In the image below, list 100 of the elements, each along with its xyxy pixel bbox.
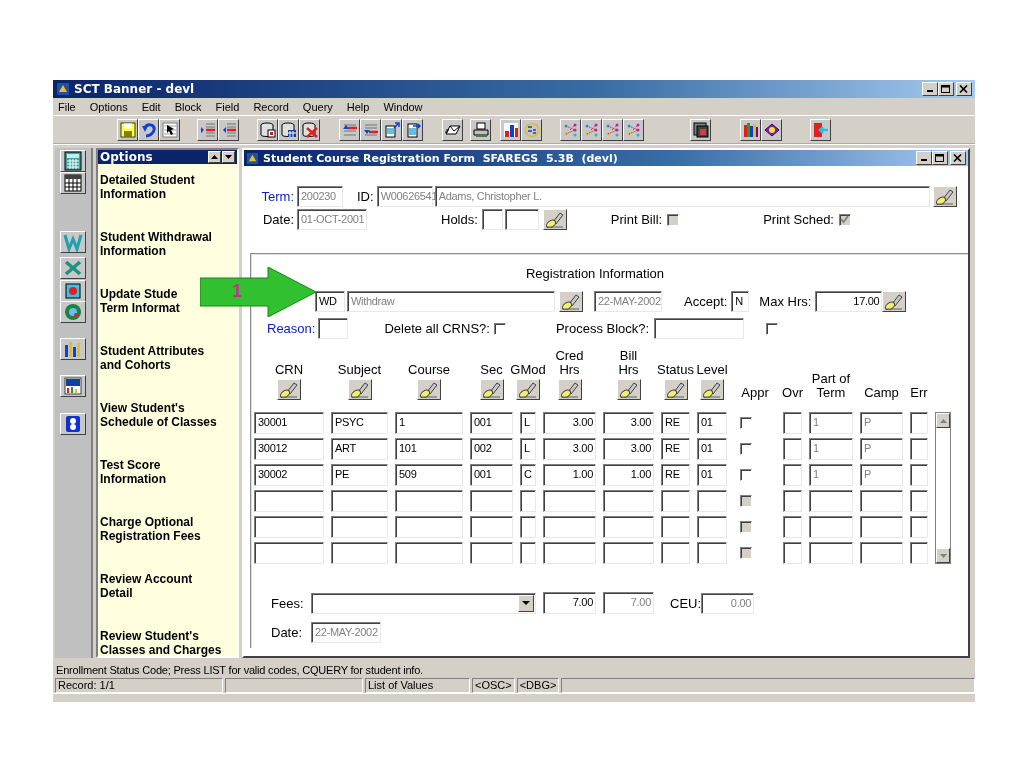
table-cell-field[interactable]: L bbox=[520, 438, 536, 460]
table-cell-field[interactable] bbox=[697, 490, 727, 512]
menu-item[interactable]: File bbox=[57, 100, 77, 113]
toolbar-button[interactable] bbox=[60, 375, 86, 397]
scrollbar[interactable] bbox=[935, 412, 951, 564]
table-cell-field[interactable] bbox=[783, 438, 802, 460]
max-hours-field[interactable]: 17.00 bbox=[815, 291, 883, 312]
option-link[interactable]: View Student's Schedule of Classes bbox=[100, 401, 217, 429]
scroll-down-button[interactable] bbox=[936, 548, 950, 563]
table-cell-field[interactable] bbox=[783, 464, 802, 486]
status-description-field[interactable]: Withdraw bbox=[347, 291, 555, 312]
lookup-button[interactable] bbox=[417, 379, 441, 400]
table-cell-field[interactable] bbox=[254, 542, 324, 564]
table-cell-field[interactable] bbox=[697, 516, 727, 538]
option-link[interactable]: Detailed Student Information bbox=[100, 173, 195, 201]
bill-total-field[interactable]: 7.00 bbox=[603, 592, 654, 614]
table-cell-field[interactable]: 001 bbox=[470, 464, 513, 486]
table-cell-field[interactable] bbox=[603, 516, 654, 538]
table-cell-field[interactable]: 001 bbox=[470, 412, 513, 434]
toolbar-button[interactable] bbox=[740, 118, 761, 141]
table-cell-field[interactable] bbox=[520, 516, 536, 538]
table-cell-field[interactable]: 1.00 bbox=[543, 464, 596, 486]
table-cell-field[interactable] bbox=[910, 412, 928, 434]
table-cell-field[interactable] bbox=[697, 542, 727, 564]
date-field[interactable]: 22-MAY-2002 bbox=[311, 622, 381, 643]
table-cell-field[interactable] bbox=[254, 516, 324, 538]
table-cell-field[interactable] bbox=[910, 542, 928, 564]
date-field[interactable]: 01-OCT-2001 bbox=[297, 209, 367, 230]
table-cell-field[interactable]: 30002 bbox=[254, 464, 324, 486]
lookup-button[interactable] bbox=[663, 379, 688, 400]
table-cell-field[interactable] bbox=[543, 490, 596, 512]
id-field[interactable]: W00626541 bbox=[376, 186, 433, 207]
dropdown-button[interactable] bbox=[518, 594, 534, 612]
table-cell-field[interactable] bbox=[543, 516, 596, 538]
option-link[interactable]: Review Student's Classes and Charges bbox=[100, 629, 222, 657]
table-cell-field[interactable]: 1.00 bbox=[603, 464, 654, 486]
process-block-field[interactable] bbox=[654, 318, 745, 339]
toolbar-button[interactable] bbox=[197, 118, 218, 141]
close-button[interactable] bbox=[956, 82, 972, 96]
minimize-button[interactable] bbox=[916, 151, 932, 165]
minimize-button[interactable] bbox=[922, 82, 938, 96]
toolbar-button[interactable] bbox=[500, 118, 521, 141]
lookup-button[interactable] bbox=[700, 379, 724, 400]
table-cell-field[interactable]: 30012 bbox=[254, 438, 324, 460]
lookup-button[interactable] bbox=[277, 379, 301, 400]
toolbar-button[interactable] bbox=[117, 118, 138, 141]
table-cell-field[interactable]: P bbox=[860, 412, 903, 434]
table-cell-field[interactable] bbox=[331, 516, 388, 538]
close-button[interactable] bbox=[950, 151, 966, 165]
table-cell-field[interactable] bbox=[661, 490, 690, 512]
table-cell-field[interactable] bbox=[809, 542, 853, 564]
table-cell-field[interactable] bbox=[470, 490, 513, 512]
toolbar-button[interactable] bbox=[470, 118, 491, 141]
option-link[interactable]: Student Attributes and Cohorts bbox=[100, 344, 205, 372]
toolbar-button[interactable] bbox=[60, 413, 86, 435]
lookup-button[interactable] bbox=[479, 379, 504, 400]
table-cell-field[interactable]: PE bbox=[331, 464, 388, 486]
menu-item[interactable]: Block bbox=[173, 100, 203, 113]
lookup-button[interactable] bbox=[516, 379, 540, 400]
lookup-button[interactable] bbox=[559, 291, 583, 312]
scroll-up-button[interactable] bbox=[208, 151, 221, 163]
table-cell-field[interactable]: 002 bbox=[470, 438, 513, 460]
table-cell-field[interactable] bbox=[395, 490, 463, 512]
option-link[interactable]: Review Account Detail bbox=[100, 572, 193, 600]
toolbar-button[interactable] bbox=[60, 301, 86, 323]
table-cell-field[interactable]: 3.00 bbox=[603, 438, 654, 460]
toolbar-button[interactable] bbox=[278, 118, 299, 141]
name-field[interactable]: Adams, Christopher L. bbox=[434, 186, 930, 207]
toolbar-button[interactable] bbox=[602, 118, 623, 141]
table-cell-field[interactable]: ART bbox=[331, 438, 388, 460]
table-cell-field[interactable]: 101 bbox=[395, 438, 463, 460]
table-cell-field[interactable] bbox=[520, 542, 536, 564]
table-cell-field[interactable] bbox=[470, 542, 513, 564]
reason-field[interactable] bbox=[318, 318, 349, 339]
ceu-field[interactable]: 0.00 bbox=[701, 592, 755, 614]
table-cell-field[interactable]: 1 bbox=[809, 438, 853, 460]
toolbar-button[interactable] bbox=[581, 118, 602, 141]
toolbar-button[interactable] bbox=[442, 118, 463, 141]
table-cell-field[interactable]: 01 bbox=[697, 412, 727, 434]
table-cell-field[interactable] bbox=[603, 490, 654, 512]
table-cell-field[interactable] bbox=[783, 542, 802, 564]
toolbar-button[interactable] bbox=[138, 118, 159, 141]
toolbar-button[interactable] bbox=[60, 172, 86, 194]
toolbar-button[interactable] bbox=[761, 118, 782, 141]
toolbar-button[interactable] bbox=[360, 118, 381, 141]
table-cell-field[interactable]: 1 bbox=[395, 412, 463, 434]
lookup-button[interactable] bbox=[932, 186, 957, 207]
table-cell-field[interactable]: 509 bbox=[395, 464, 463, 486]
option-link[interactable]: Student Withdrawal Information bbox=[100, 230, 212, 258]
toolbar-button[interactable] bbox=[623, 118, 644, 141]
table-cell-field[interactable]: C bbox=[520, 464, 536, 486]
toolbar-button[interactable] bbox=[690, 118, 711, 141]
dropdown[interactable] bbox=[311, 592, 536, 614]
table-cell-field[interactable] bbox=[783, 516, 802, 538]
term-field[interactable]: 200230 bbox=[297, 186, 343, 207]
table-cell-field[interactable]: 30001 bbox=[254, 412, 324, 434]
status-code-field[interactable]: WD bbox=[315, 291, 345, 312]
table-cell-field[interactable]: 01 bbox=[697, 438, 727, 460]
table-cell-field[interactable]: L bbox=[520, 412, 536, 434]
table-cell-field[interactable]: 1 bbox=[809, 412, 853, 434]
